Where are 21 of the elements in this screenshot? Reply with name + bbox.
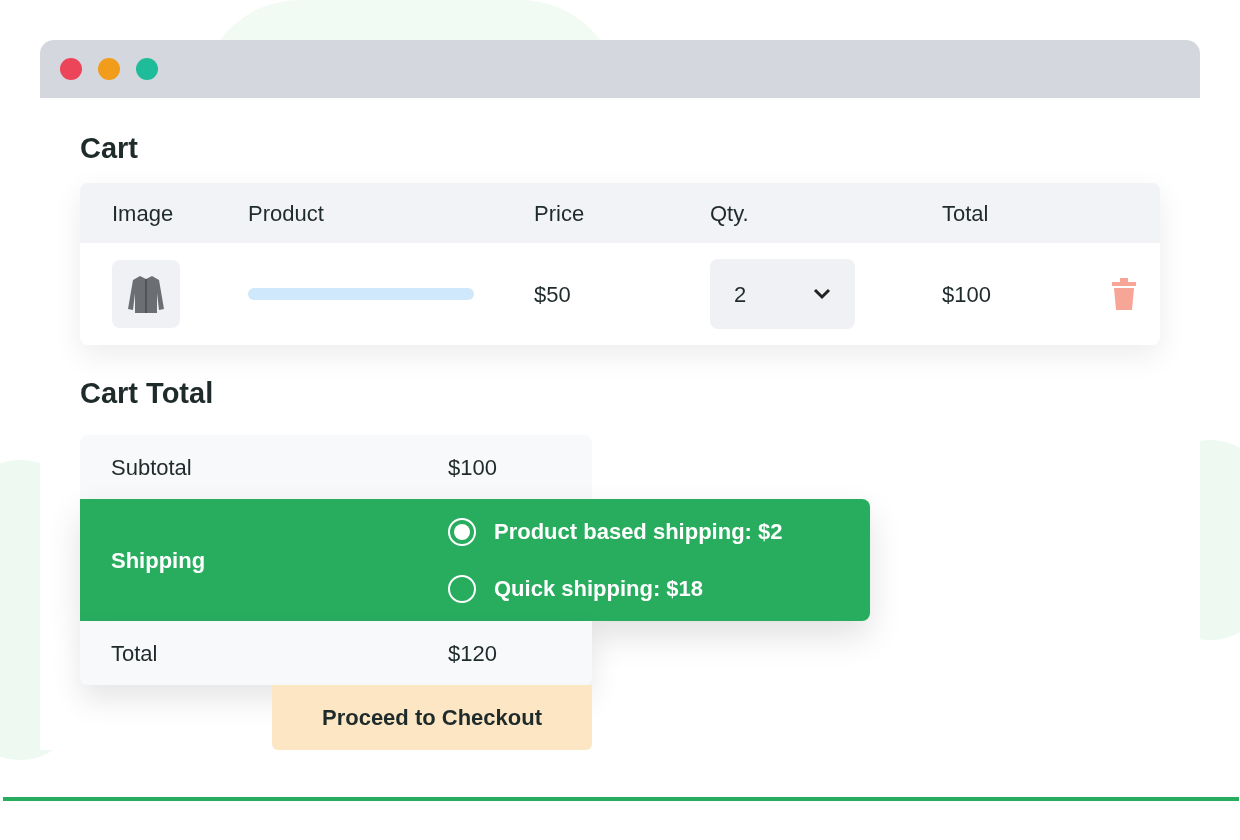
column-header: Price <box>534 200 585 226</box>
quantity-select[interactable]: 2 <box>710 259 855 329</box>
shipping-label: Shipping <box>111 546 207 575</box>
cart-total-heading: Cart Total <box>80 379 215 408</box>
radio-button[interactable] <box>448 574 476 603</box>
jacket-icon <box>126 273 166 315</box>
checkout-button[interactable]: Proceed to Checkout <box>272 685 592 750</box>
price-cell: $50 <box>534 281 571 307</box>
trash-icon[interactable] <box>1112 278 1136 310</box>
total-cell: $100 <box>942 281 991 307</box>
column-header: Qty. <box>710 200 749 226</box>
cart-heading: Cart <box>80 134 139 163</box>
radio-button[interactable] <box>448 517 476 546</box>
subtotal-label: Subtotal <box>111 453 193 482</box>
column-header: Image <box>112 200 174 226</box>
subtotal-value: $100 <box>448 453 497 482</box>
total-value: $120 <box>448 639 497 668</box>
column-header: Product <box>248 200 324 226</box>
column-header: Total <box>942 200 989 226</box>
chevron-down-icon <box>813 288 831 300</box>
total-label: Total <box>111 639 159 668</box>
